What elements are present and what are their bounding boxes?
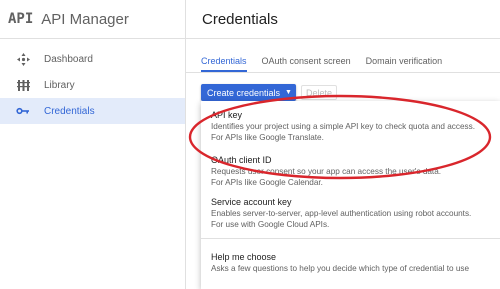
sidebar-item-library[interactable]: Library: [0, 72, 185, 98]
menu-item-description: For use with Google Cloud APIs.: [211, 220, 330, 229]
dropdown-caret-icon: ▼: [285, 89, 292, 96]
create-credentials-menu: API key Identifies your project using a …: [201, 101, 500, 289]
tabs-divider: [186, 72, 500, 73]
menu-item-title: Service account key: [211, 197, 292, 207]
sidebar-item-credentials[interactable]: Credentials: [0, 98, 185, 124]
sidebar-item-label: Dashboard: [44, 53, 93, 65]
page-title: Credentials: [202, 10, 278, 28]
menu-item-service-account-key[interactable]: Service account key Enables server-to-se…: [211, 196, 496, 230]
menu-item-description: Identifies your project using a simple A…: [211, 122, 475, 131]
sidebar-item-dashboard[interactable]: Dashboard: [0, 46, 185, 72]
menu-item-title: API key: [211, 110, 243, 120]
menu-item-description: Enables server-to-server, app-level auth…: [211, 209, 472, 218]
tab-domain-verification[interactable]: Domain verification: [366, 56, 443, 72]
library-icon: [16, 78, 30, 92]
delete-button[interactable]: Delete: [301, 85, 337, 100]
menu-item-description: Asks a few questions to help you decide …: [211, 264, 470, 273]
menu-item-title: Help me choose: [211, 252, 277, 262]
sidebar-item-label: Credentials: [44, 105, 95, 117]
menu-item-oauth-client-id[interactable]: OAuth client ID Requests user consent so…: [211, 154, 496, 188]
tab-credentials[interactable]: Credentials: [201, 56, 247, 72]
menu-item-description: Requests user consent so your app can ac…: [211, 167, 442, 176]
menu-item-help-me-choose[interactable]: Help me choose Asks a few questions to h…: [211, 251, 496, 274]
sidebar-item-label: Library: [44, 79, 75, 91]
dashboard-icon: [16, 52, 30, 66]
app-brand: API API Manager: [0, 0, 185, 39]
menu-item-description: For APIs like Google Translate.: [211, 133, 324, 142]
key-icon: [16, 104, 30, 118]
page-header: Credentials: [186, 0, 500, 39]
sidebar: API API Manager Dashboard Library Creden…: [0, 0, 186, 289]
menu-item-title: OAuth client ID: [211, 155, 272, 165]
menu-item-api-key[interactable]: API key Identifies your project using a …: [211, 109, 496, 143]
menu-item-description: For APIs like Google Calendar.: [211, 178, 323, 187]
app-title: API Manager: [41, 10, 129, 28]
create-credentials-button[interactable]: Create credentials ▼: [201, 84, 296, 101]
api-logo: API: [8, 11, 34, 27]
menu-divider: [201, 238, 500, 239]
tab-oauth-consent-screen[interactable]: OAuth consent screen: [262, 56, 351, 72]
create-credentials-label: Create credentials: [207, 87, 281, 98]
